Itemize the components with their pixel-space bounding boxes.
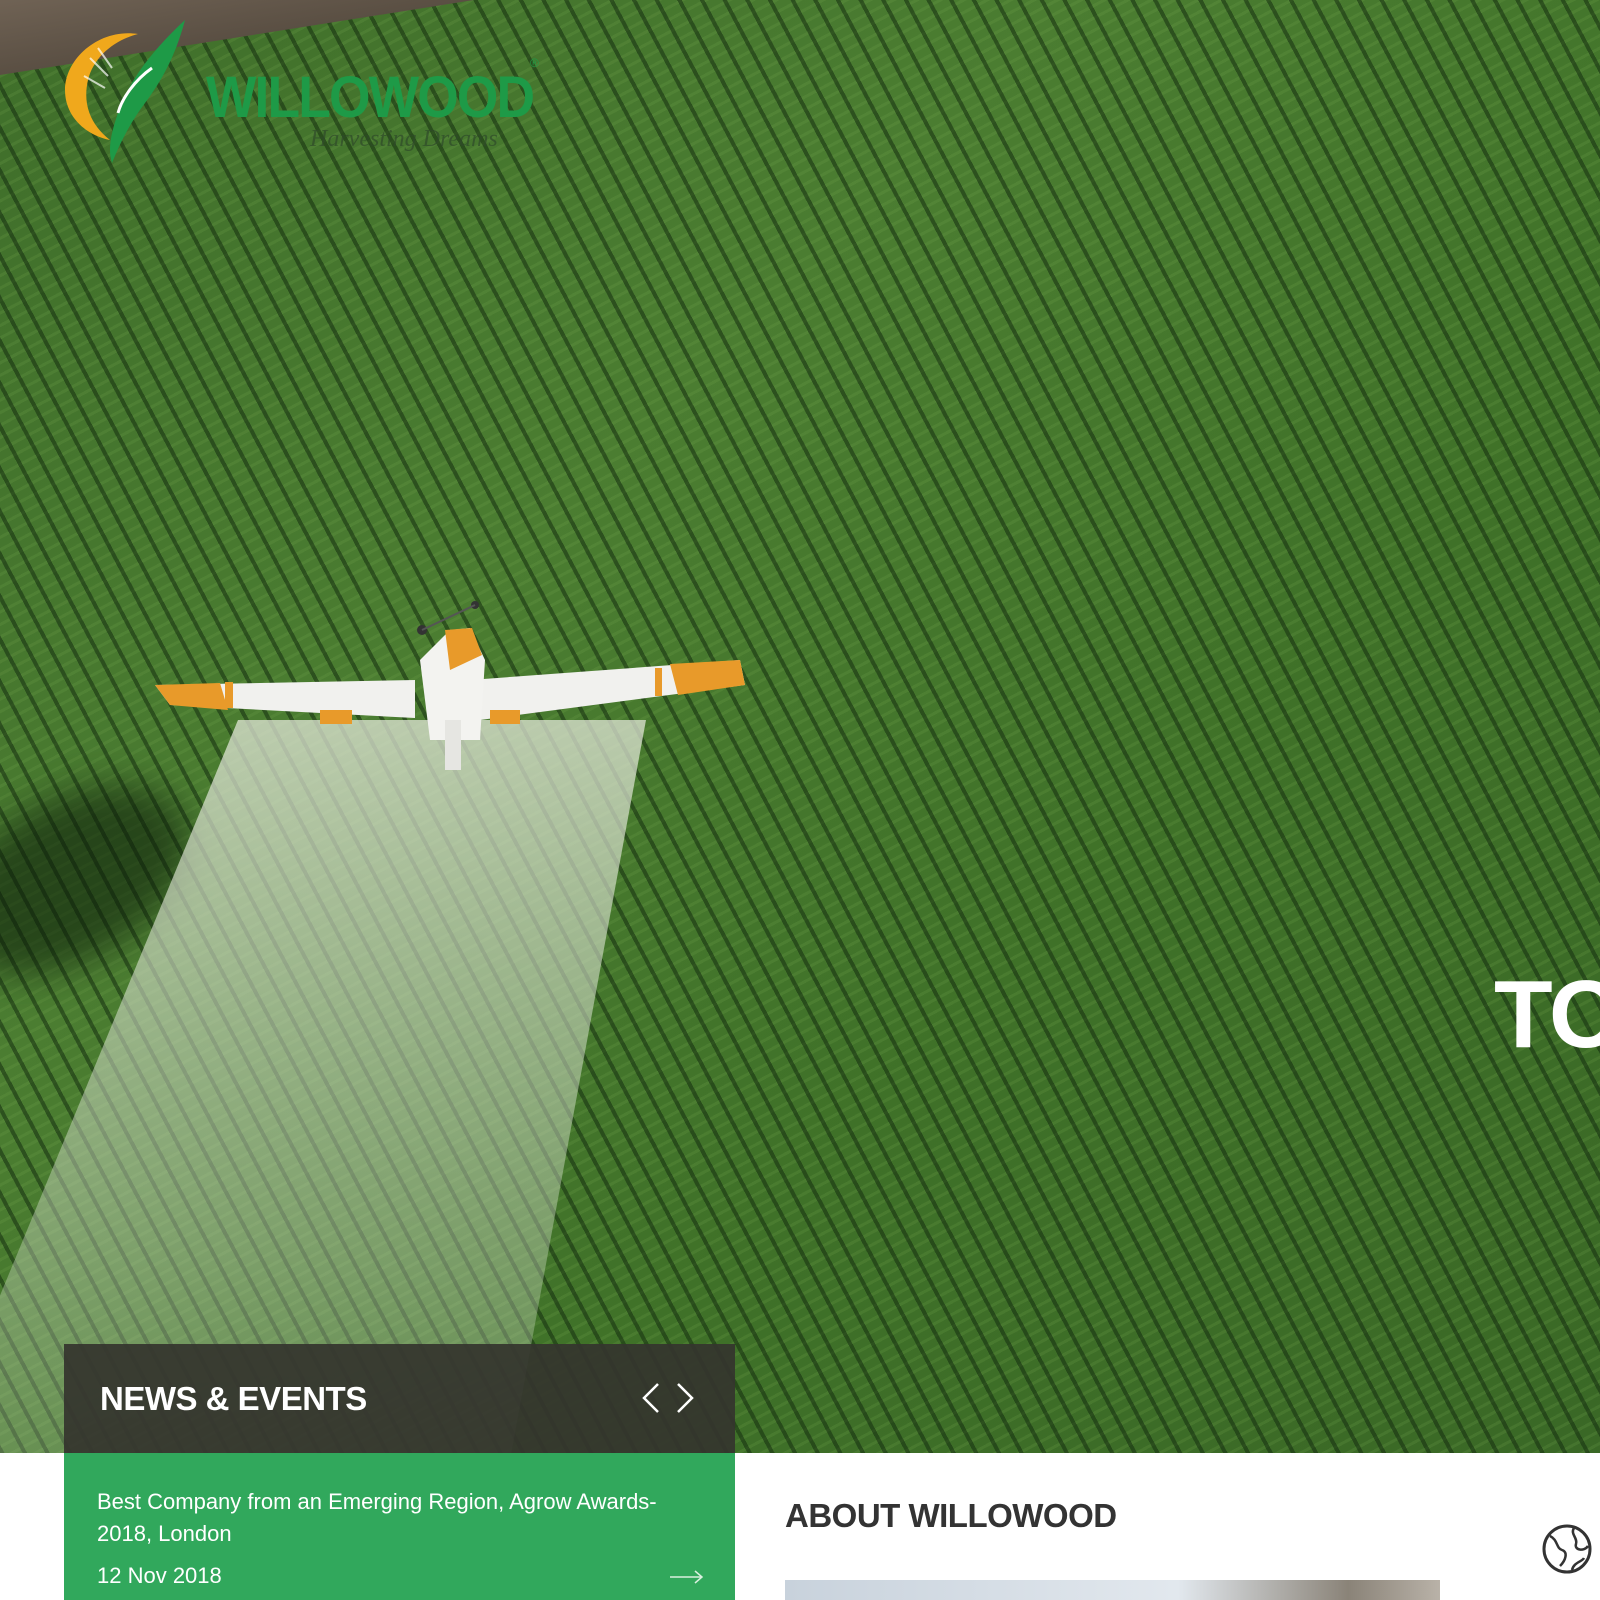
news-events-title: NEWS & EVENTS bbox=[100, 1380, 367, 1417]
news-item[interactable]: Best Company from an Emerging Region, Ag… bbox=[64, 1453, 735, 1600]
hero-banner: WILLOWOOD ® Harvesting Dreams TO bbox=[0, 0, 1600, 1453]
globe-icon[interactable] bbox=[1540, 1522, 1594, 1576]
wheat-leaf-logo-icon bbox=[65, 20, 185, 163]
hero-headline: TO bbox=[1494, 961, 1600, 1068]
registered-mark: ® bbox=[530, 56, 539, 70]
chevron-left-icon[interactable] bbox=[636, 1378, 666, 1418]
brand-logo[interactable]: WILLOWOOD ® Harvesting Dreams bbox=[60, 18, 560, 168]
news-events-header: NEWS & EVENTS bbox=[64, 1344, 735, 1453]
brand-name: WILLOWOOD bbox=[206, 65, 535, 130]
brand-tagline: Harvesting Dreams bbox=[310, 126, 498, 152]
about-heading: ABOUT WILLOWOOD bbox=[785, 1497, 1117, 1534]
news-item-title[interactable]: Best Company from an Emerging Region, Ag… bbox=[97, 1486, 657, 1550]
airplane-image bbox=[155, 601, 745, 770]
news-item-date: 12 Nov 2018 bbox=[97, 1563, 222, 1588]
chevron-right-icon[interactable] bbox=[670, 1378, 700, 1418]
arrow-right-icon[interactable] bbox=[670, 1569, 704, 1585]
about-image bbox=[785, 1580, 1440, 1600]
